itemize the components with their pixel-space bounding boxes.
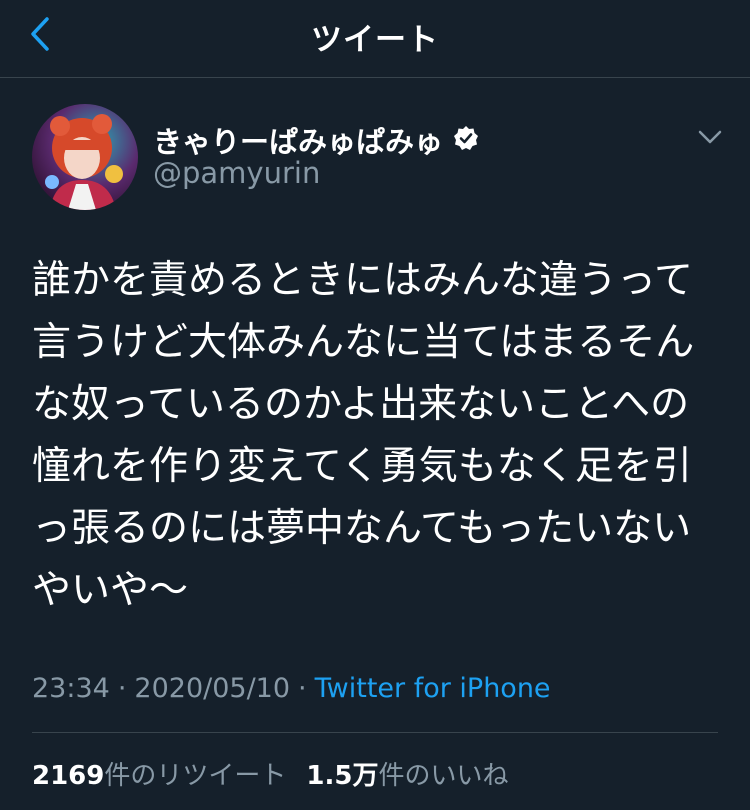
likes-stat[interactable]: 1.5万 件のいいね	[306, 755, 508, 792]
tweet-date: 2020/05/10	[134, 673, 291, 704]
verified-badge-icon	[453, 125, 479, 155]
divider	[32, 732, 718, 733]
likes-count: 1.5万	[306, 761, 379, 791]
retweets-label: 件のリツイート	[104, 761, 287, 791]
meta-separator: ·	[117, 673, 127, 704]
tweet-source-link[interactable]: Twitter for iPhone	[315, 673, 551, 704]
author-handle[interactable]: @pamyurin	[153, 156, 320, 190]
nav-header: ツイート	[0, 0, 750, 78]
meta-separator: ·	[298, 673, 307, 704]
avatar[interactable]	[32, 104, 138, 210]
retweets-stat[interactable]: 2169 件のリツイート	[32, 755, 286, 792]
retweets-count: 2169	[32, 761, 105, 791]
tweet-meta: 23:34 · 2020/05/10 · Twitter for iPhone	[32, 673, 551, 704]
likes-label: 件のいいね	[378, 761, 509, 791]
tweet-time: 23:34	[32, 673, 110, 704]
tweet-text: 誰かを責めるときにはみんな違うって言うけど大体みんなに当てはまるそんな奴っている…	[32, 258, 695, 613]
chevron-down-icon	[698, 129, 722, 148]
tweet-detail-screen: ツイート きゃりーぱみゅぱみゅ @pamyurin 誰かを責めるときにはみんな違…	[0, 0, 750, 810]
page-title: ツイート	[311, 22, 439, 58]
author-name-row[interactable]: きゃりーぱみゅぱみゅ	[153, 119, 479, 161]
tweet-options-button[interactable]	[690, 120, 730, 156]
display-name: きゃりーぱみゅぱみゅ	[153, 125, 444, 159]
tweet-stats: 2169 件のリツイート 1.5万 件のいいね	[32, 755, 508, 792]
